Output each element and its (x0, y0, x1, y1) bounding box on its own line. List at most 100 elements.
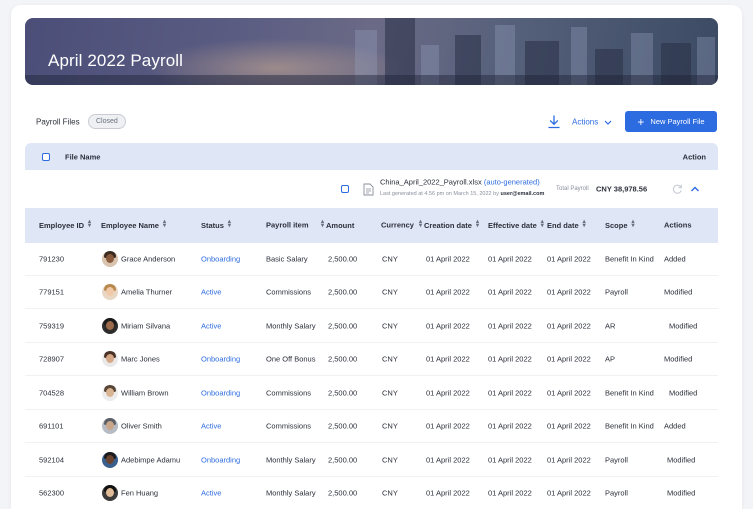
employee-name[interactable]: Grace Anderson (121, 255, 175, 264)
row-action: Modified (667, 455, 696, 465)
status-text: Onboarding (201, 254, 241, 264)
avatar-face (106, 455, 114, 464)
avatar (102, 385, 118, 401)
payroll-files-label: Payroll Files (36, 117, 80, 127)
end-date: 01 April 2022 (547, 388, 591, 398)
creation-date: 01 April 2022 (426, 388, 470, 398)
actions-dropdown[interactable]: Actions (572, 118, 612, 127)
effective-date: 01 April 2022 (488, 254, 532, 264)
table-row[interactable]: 759319 Miriam Silvana Active Monthly Sal… (25, 310, 718, 343)
page-title: April 2022 Payroll (48, 51, 184, 70)
download-icon[interactable] (547, 115, 561, 129)
employee-id: 691101 (39, 421, 64, 431)
column-header[interactable]: Effective date ▴ ▾ (488, 219, 544, 230)
column-header[interactable]: End date ▴ ▾ (547, 219, 586, 230)
column-header[interactable]: Status ▴ ▾ (201, 219, 231, 230)
employee-name[interactable]: Fen Huang (121, 489, 158, 498)
row-action: Modified (667, 488, 696, 498)
total-payroll-value: CNY 38,978.56 (596, 184, 648, 194)
table-row[interactable]: 704528 William Brown Onboarding Commissi… (25, 377, 718, 410)
employee-id: 592104 (39, 455, 65, 465)
avatar (102, 418, 118, 434)
end-date: 01 April 2022 (547, 321, 591, 331)
plus-icon: + (637, 114, 645, 129)
column-header-label: Payroll item (266, 220, 309, 230)
file-name[interactable]: China_April_2022_Payroll.xlsx (auto-gene… (380, 178, 540, 187)
amount: 2,500.00 (328, 421, 358, 431)
column-header[interactable]: Employee ID ▴ ▾ (39, 219, 91, 230)
payroll-item: Commissions (266, 287, 312, 297)
file-icon (363, 183, 374, 196)
total-payroll-label: Total Payroll (556, 186, 589, 192)
employee-name[interactable]: Miriam Silvana (121, 322, 170, 331)
column-header-label: End date (547, 221, 579, 230)
select-all-checkbox[interactable] (42, 153, 50, 161)
employee-name[interactable]: Amelia Thurner (121, 288, 172, 297)
employee-id: 779151 (39, 287, 65, 297)
employee-id: 562300 (39, 488, 65, 498)
scope: AR (605, 321, 616, 331)
end-date: 01 April 2022 (547, 421, 591, 431)
avatar-face (106, 254, 114, 263)
column-header-label: Actions (664, 220, 692, 230)
table-row[interactable]: 592104 Adebimpe Adamu Onboarding Monthly… (25, 444, 718, 477)
row-action: Modified (669, 388, 698, 398)
status-badge: Closed (88, 114, 126, 129)
column-header[interactable]: ▴ ▾ Creation date ▴ ▾ (419, 219, 479, 230)
column-header-label: Employee ID (39, 221, 85, 230)
table-row[interactable]: 791230 Grace Anderson Onboarding Basic S… (25, 243, 718, 276)
column-header[interactable]: Currency (381, 221, 414, 230)
employee-name[interactable]: Oliver Smith (121, 422, 162, 431)
column-header[interactable]: ▴ ▾ Amount (321, 219, 355, 230)
avatar (102, 351, 118, 367)
status-text: Onboarding (201, 455, 241, 465)
avatar-face (106, 321, 114, 330)
creation-date: 01 April 2022 (426, 254, 470, 264)
new-payroll-file-button[interactable]: + New Payroll File (625, 111, 717, 132)
column-header-label: Employee Name (101, 221, 159, 230)
end-date: 01 April 2022 (547, 287, 591, 297)
avatar-face (106, 354, 114, 363)
file-checkbox[interactable] (341, 185, 349, 193)
scope: Payroll (605, 287, 628, 297)
file-name-header: File Name (65, 152, 101, 162)
column-header[interactable]: Scope ▴ ▾ (605, 219, 635, 230)
employee-name[interactable]: William Brown (121, 389, 169, 398)
chevron-up-icon[interactable] (689, 183, 701, 195)
column-header[interactable]: Payroll item (266, 221, 309, 230)
sort-icon: ▴ ▾ (475, 219, 479, 229)
table-row[interactable]: 691101 Oliver Smith Active Commissions 2… (25, 410, 718, 443)
page-banner: April 2022 Payroll (25, 18, 718, 85)
avatar (102, 452, 118, 468)
currency: CNY (382, 421, 398, 431)
sort-icon: ▴ ▾ (227, 219, 231, 229)
currency: CNY (382, 388, 398, 398)
sort-icon: ▴ ▾ (419, 219, 423, 229)
payroll-item: Basic Salary (266, 254, 308, 264)
file-row[interactable]: China_April_2022_Payroll.xlsx (auto-gene… (25, 170, 718, 208)
table-row[interactable]: 779151 Amelia Thurner Active Commissions… (25, 276, 718, 309)
avatar-face (106, 421, 114, 430)
creation-date: 01 April 2022 (426, 287, 470, 297)
payroll-item: Monthly Salary (266, 321, 316, 331)
effective-date: 01 April 2022 (488, 354, 532, 364)
currency: CNY (382, 254, 398, 264)
scope: Benefit In Kind (605, 254, 654, 264)
column-header-label: Currency (381, 220, 414, 230)
column-header-label: Status (201, 221, 224, 230)
column-header-label: Amount (326, 221, 355, 230)
column-header[interactable]: Employee Name ▴ ▾ (101, 219, 166, 230)
amount: 2,500.00 (328, 455, 358, 465)
avatar (102, 251, 118, 267)
employee-name[interactable]: Marc Jones (121, 355, 160, 364)
amount: 2,500.00 (328, 354, 358, 364)
payroll-item: One Off Bonus (266, 354, 316, 364)
column-header-label: Effective date (488, 221, 537, 230)
refresh-icon[interactable] (671, 183, 683, 195)
employee-name[interactable]: Adebimpe Adamu (121, 456, 180, 465)
new-payroll-file-label: New Payroll File (650, 117, 705, 126)
employee-id: 759319 (39, 321, 65, 331)
avatar (102, 318, 118, 334)
table-row[interactable]: 562300 Fen Huang Active Monthly Salary 2… (25, 477, 718, 509)
table-row[interactable]: 728907 Marc Jones Onboarding One Off Bon… (25, 343, 718, 376)
